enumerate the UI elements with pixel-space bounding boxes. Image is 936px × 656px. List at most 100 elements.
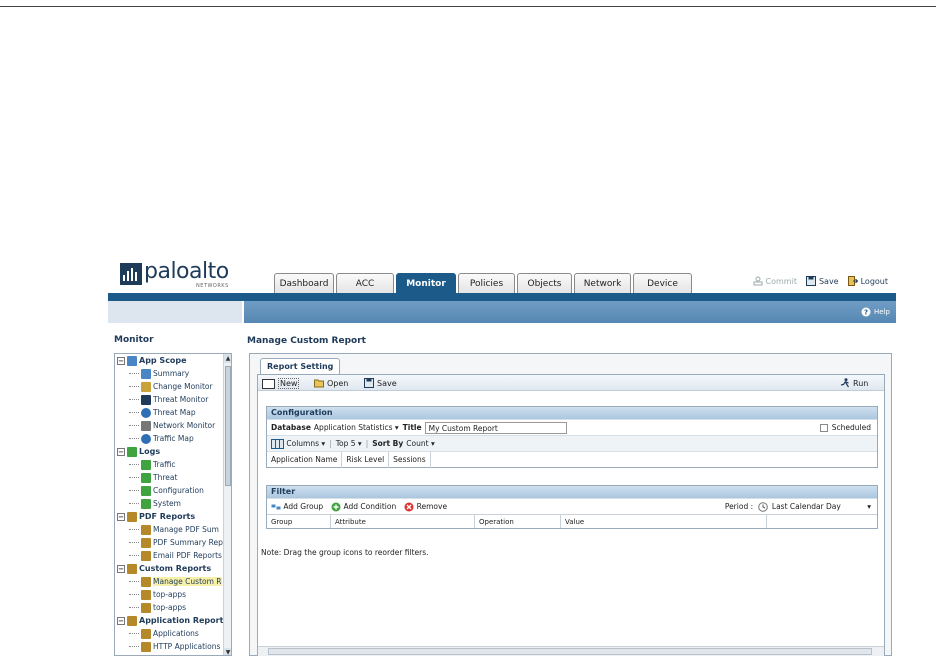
logout-button[interactable]: Logout [847,276,888,286]
tree-group[interactable]: − Logs [115,445,225,458]
tree-item-label: Manage PDF Sum [153,525,219,534]
collapse-toggle-icon[interactable]: − [117,512,125,521]
tree-item-label: Network Monitor [153,421,216,430]
new-button[interactable]: New [262,378,300,389]
database-select[interactable]: Application Statistics ▾ [314,423,399,432]
save-button[interactable]: Save [364,378,397,388]
help-icon: ? [861,307,871,317]
period-label: Period : [724,502,754,511]
scroll-up-arrow[interactable]: ▲ [224,354,231,363]
title-input[interactable]: My Custom Report [424,421,567,434]
tree-item[interactable]: Email PDF Reports [115,549,225,562]
configuration-section: Configuration Database Application Stati… [266,406,878,468]
run-icon [840,378,849,388]
period-select[interactable]: Period : Last Calendar Day ▾ [725,502,871,512]
tab-acc[interactable]: ACC [336,273,394,293]
save-top-button[interactable]: Save [805,276,839,286]
horizontal-scrollbar[interactable] [258,646,884,656]
column-chip[interactable]: Application Name [267,451,343,468]
report-icon [141,642,151,652]
save-top-label: Save [818,276,839,286]
collapse-toggle-icon[interactable]: − [117,564,125,573]
tree-item[interactable]: Applications [115,627,225,640]
change-monitor-icon [141,382,151,392]
tree-item[interactable]: Traffic Map [115,432,225,445]
collapse-toggle-icon[interactable]: − [117,447,125,456]
tree-group[interactable]: − PDF Reports [115,510,225,523]
tree-item[interactable]: Configuration [115,484,225,497]
columns-button[interactable]: Columns ▾ [271,438,325,449]
tab-device[interactable]: Device [633,273,692,293]
tree-item[interactable]: Summary [115,367,225,380]
tree-item[interactable]: Manage Custom R [115,575,225,588]
tree-item[interactable]: Manage PDF Sum [115,523,225,536]
scheduled-checkbox[interactable]: Scheduled [819,423,871,432]
tree-group[interactable]: − App Scope [115,354,225,367]
top-select[interactable]: Top 5 ▾ [336,439,362,448]
add-icon [331,502,341,511]
commit-button[interactable]: Commit [753,276,797,286]
tree-item[interactable]: Change Monitor [115,380,225,393]
config-row-database: Database Application Statistics ▾ Title … [267,419,877,435]
configuration-heading: Configuration [267,407,877,419]
scroll-down-arrow[interactable]: ▼ [224,648,231,655]
report-toolbar: New Open Save Run [258,375,884,391]
svg-text:?: ? [864,309,868,317]
column-chip[interactable]: Sessions [389,451,431,468]
run-button[interactable]: Run [840,378,868,388]
filter-grid-header: Group Attribute Operation Value [267,514,877,528]
tab-objects[interactable]: Objects [517,273,572,293]
help-button[interactable]: ? Help [861,307,890,317]
scroll-thumb[interactable] [225,366,231,486]
selected-columns-row: Application Name Risk Level Sessions [267,451,877,468]
tree-group[interactable]: − Custom Reports [115,562,225,575]
add-condition-button[interactable]: Add Condition [331,502,396,512]
scheduled-check[interactable] [819,424,828,432]
report-icon [127,563,137,574]
tree-item[interactable]: top-apps [115,601,225,614]
tree-item[interactable]: Threat Map [115,406,225,419]
report-icon [141,603,151,613]
tree-item[interactable]: HTTP Applications [115,640,225,653]
tree-scrollbar[interactable]: ▲ ▼ [223,354,231,655]
filter-toolbar: Add Group Add Condition Remove Period : … [267,498,877,514]
add-group-button[interactable]: Add Group [271,502,323,512]
report-icon [141,590,151,600]
logo-subtitle: NETWORKS [196,283,229,289]
sortby-select[interactable]: Count ▾ [406,439,434,448]
hscroll-thumb[interactable] [268,648,872,655]
tree-group[interactable]: − Application Report [115,614,225,627]
logout-icon [847,276,858,286]
tree-item[interactable]: top-apps [115,588,225,601]
add-condition-label: Add Condition [343,501,397,511]
tree-item-label: PDF Summary Rep [153,538,223,547]
tree-item-label: Summary [153,369,190,378]
tree-item[interactable]: Threat [115,471,225,484]
column-chip[interactable]: Risk Level [342,451,390,468]
title-label: Title [402,423,422,432]
floppy-icon [805,276,816,286]
paloalto-logo: paloalto NETWORKS [120,259,230,291]
tree-items: − App Scope Summary Change Monitor Threat Mo… [115,354,225,653]
tab-policies[interactable]: Policies [458,273,515,293]
tree-item-label: Threat [153,473,178,482]
tree-item[interactable]: System [115,497,225,510]
collapse-toggle-icon[interactable]: − [117,356,125,365]
tab-network[interactable]: Network [574,273,631,293]
collapse-toggle-icon[interactable]: − [117,616,125,625]
tab-report-setting[interactable]: Report Setting [260,358,341,374]
logs-icon [127,446,137,457]
tree-item-label: Change Monitor [153,382,213,391]
tree-item[interactable]: Network Monitor [115,419,225,432]
open-button[interactable]: Open [314,378,348,388]
tree-item[interactable]: Traffic [115,458,225,471]
tab-dashboard[interactable]: Dashboard [274,273,334,293]
tree-item-label: Manage Custom R [153,577,222,586]
new-label: New [278,378,300,389]
folder-open-icon [314,379,324,388]
columns-label: Columns [286,438,320,448]
tree-item[interactable]: PDF Summary Rep [115,536,225,549]
remove-button[interactable]: Remove [404,502,447,512]
tree-item[interactable]: Threat Monitor [115,393,225,406]
tab-monitor[interactable]: Monitor [396,273,456,293]
